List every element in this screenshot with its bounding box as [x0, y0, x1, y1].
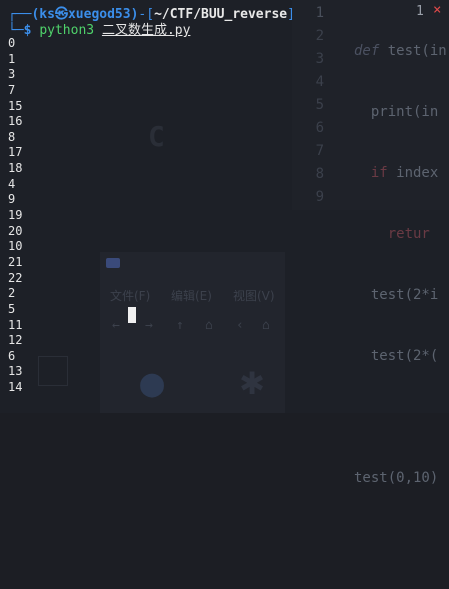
output-line: 20	[8, 223, 23, 238]
output-line: 22	[8, 270, 23, 285]
command-line: └─$ python3 二叉数生成.py	[8, 23, 191, 38]
output-line: 21	[8, 254, 23, 269]
output-line: 18	[8, 161, 23, 176]
command-name: python3	[39, 23, 95, 38]
output-line: 19	[8, 208, 23, 223]
terminal-output: 0 1 3 7 15 16 8 17 18 4 9 19 20 10 21 22 2 5 11 12 6 13 14	[8, 36, 22, 396]
terminal-window[interactable]: ┌──(ks㉿xuegod53)-[~/CTF/BUU_reverse] └─$…	[0, 0, 310, 413]
output-line: 6	[8, 348, 16, 363]
code-line: test(2*(	[354, 348, 439, 364]
output-line: 11	[8, 317, 23, 332]
output-line: 8	[8, 129, 16, 144]
code-line: retur	[354, 226, 430, 242]
code-line: def test(in	[354, 43, 447, 59]
code-line: print(in	[354, 104, 439, 120]
output-line: 4	[8, 176, 16, 191]
output-line: 5	[8, 301, 16, 316]
code-line: test(2*i	[354, 287, 439, 303]
output-line: 14	[8, 380, 23, 395]
output-line: 2	[8, 286, 16, 301]
output-line: 16	[8, 114, 23, 129]
prompt-dollar: $	[23, 23, 32, 38]
output-line: 13	[8, 364, 23, 379]
code-editor: 1 2 3 4 5 6 7 8 9 def test(in print(in i…	[292, 0, 449, 486]
problem-count-badge: 1	[416, 4, 424, 19]
output-line: 7	[8, 82, 16, 97]
output-line: 15	[8, 98, 23, 113]
text-cursor	[128, 307, 136, 323]
code-line: if index	[354, 165, 439, 181]
code-line: test(0,10)	[354, 470, 439, 486]
command-argument: 二叉数生成.py	[101, 23, 191, 38]
error-icon[interactable]: ×	[433, 2, 441, 18]
output-line: 9	[8, 192, 16, 207]
code-body[interactable]: def test(in print(in if index retur test…	[354, 2, 447, 589]
output-line: 0	[8, 36, 16, 50]
output-line: 10	[8, 239, 23, 254]
output-line: 1	[8, 51, 16, 66]
output-line: 17	[8, 145, 23, 160]
output-line: 3	[8, 67, 16, 82]
output-line: 12	[8, 333, 23, 348]
